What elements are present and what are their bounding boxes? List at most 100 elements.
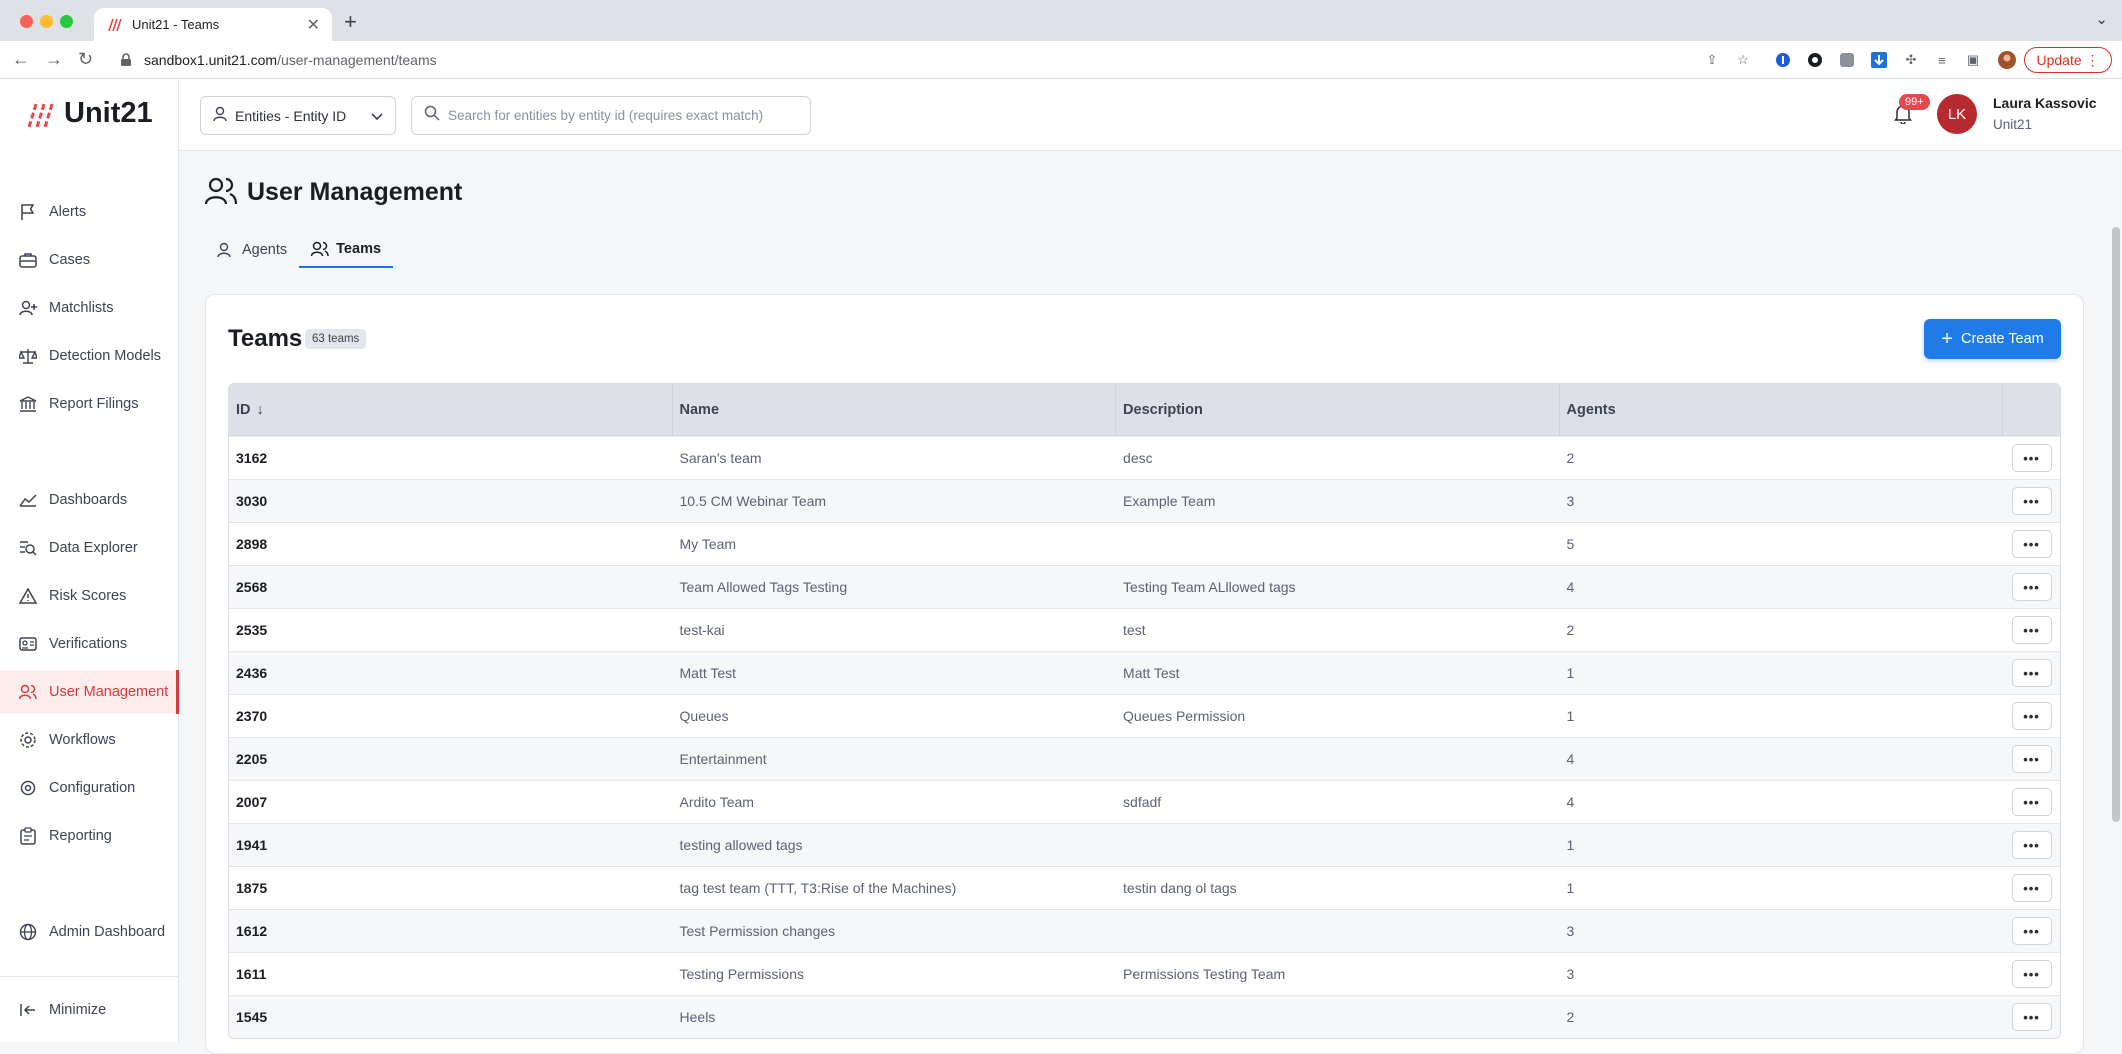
page-scrollbar[interactable] — [2112, 227, 2120, 822]
table-row[interactable]: 1612 Test Permission changes 3 ••• — [229, 909, 2060, 952]
sidebar-item-configuration[interactable]: Configuration — [0, 766, 179, 810]
sidebar-minimize-button[interactable]: Minimize — [0, 988, 179, 1032]
row-more-actions-button[interactable]: ••• — [2011, 917, 2052, 945]
table-row[interactable]: 2205 Entertainment 4 ••• — [229, 737, 2060, 780]
table-row[interactable]: 2568 Team Allowed Tags Testing Testing Tea… — [229, 565, 2060, 608]
row-more-actions-button[interactable]: ••• — [2011, 573, 2052, 601]
table-row[interactable]: 3030 10.5 CM Webinar Team Example Team 3 ••• — [229, 479, 2060, 522]
unit21-logo[interactable]: Unit21 — [26, 97, 153, 130]
row-more-actions-button[interactable]: ••• — [2011, 444, 2052, 472]
tab-close-icon[interactable]: ✕ — [307, 15, 320, 35]
users-icon — [18, 682, 38, 702]
sidebar-item-risk-scores[interactable]: Risk Scores — [0, 574, 179, 618]
table-row[interactable]: 1941 testing allowed tags 1 ••• — [229, 823, 2060, 866]
table-body: 3162 Saran's team desc 2 ••• 3030 10.5 CM Webi… — [229, 436, 2060, 1038]
extension-circle-icon[interactable] — [1806, 51, 1824, 69]
row-more-actions-button[interactable]: ••• — [2011, 530, 2052, 558]
sidebar-item-reporting[interactable]: Reporting — [0, 814, 179, 858]
teams-table: ID ↓ Name Description Agents 3162 Saran's… — [228, 383, 2061, 1039]
download-icon[interactable] — [1870, 51, 1888, 69]
sidebar-item-label: Risk Scores — [49, 588, 127, 604]
table-row[interactable]: 2898 My Team 5 ••• — [229, 522, 2060, 565]
flag-icon — [18, 202, 38, 222]
row-more-actions-button[interactable]: ••• — [2011, 745, 2052, 773]
sidebar-item-label: Admin Dashboard — [49, 924, 166, 940]
browser-update-button[interactable]: Update ⋮ — [2024, 47, 2112, 73]
cell-name: Queues — [679, 708, 729, 724]
bookmark-star-icon[interactable]: ☆ — [1734, 51, 1752, 69]
row-more-actions-button[interactable]: ••• — [2011, 960, 2052, 988]
sidebar-item-detection-models[interactable]: Detection Models — [0, 334, 179, 378]
row-more-actions-button[interactable]: ••• — [2011, 831, 2052, 859]
topbar: Entities - Entity ID 99+ LK Laura Kassov… — [179, 79, 2122, 151]
reading-list-icon[interactable]: ≡ — [1933, 51, 1951, 69]
tab-teams[interactable]: Teams — [299, 231, 394, 268]
entity-search-input[interactable] — [448, 108, 798, 123]
create-team-button[interactable]: + Create Team — [1924, 319, 2061, 359]
user-name[interactable]: Laura Kassovic — [1993, 95, 2097, 111]
address-bar[interactable]: sandbox1.unit21.com/user-management/team… — [112, 46, 1752, 74]
table-row[interactable]: 2535 test-kai test 2 ••• — [229, 608, 2060, 651]
row-more-actions-button[interactable]: ••• — [2011, 487, 2052, 515]
table-row[interactable]: 1545 Heels 2 ••• — [229, 995, 2060, 1038]
sidebar-item-dashboards[interactable]: Dashboards — [0, 478, 179, 522]
cell-agents: 3 — [1566, 923, 1575, 939]
reload-icon[interactable]: ↻ — [78, 49, 93, 70]
app: Unit21 Alerts Cases Matchlists Detection… — [0, 79, 2122, 1054]
row-more-actions-button[interactable]: ••• — [2011, 874, 2052, 902]
table-row[interactable]: 2436 Matt Test Matt Test 1 ••• — [229, 651, 2060, 694]
window-maximize-button[interactable] — [60, 15, 73, 28]
sidebar-item-label: Configuration — [49, 780, 136, 796]
extension-ghost-icon[interactable] — [1838, 51, 1856, 69]
column-header-id[interactable]: ID ↓ — [229, 384, 673, 436]
forward-arrow-icon[interactable]: → — [45, 49, 63, 70]
sidebar-item-user-management[interactable]: User Management — [0, 670, 179, 714]
sort-descending-icon[interactable]: ↓ — [257, 402, 264, 418]
new-tab-button[interactable]: + — [344, 9, 357, 35]
profile-avatar-icon[interactable] — [1998, 51, 2016, 69]
row-more-actions-button[interactable]: ••• — [2011, 616, 2052, 644]
table-row[interactable]: 1611 Testing Permissions Permissions Testi… — [229, 952, 2060, 995]
sidebar-item-alerts[interactable]: Alerts — [0, 190, 179, 234]
entity-search[interactable] — [411, 96, 811, 135]
user-icon — [213, 106, 227, 125]
browser-tab[interactable]: Unit21 - Teams ✕ — [94, 8, 332, 41]
tab-agents[interactable]: Agents — [205, 231, 299, 268]
cell-actions: ••• — [2003, 824, 2060, 866]
column-header-description: Description — [1116, 384, 1560, 436]
sidebar-item-admin-dashboard[interactable]: Admin Dashboard — [0, 910, 179, 954]
row-more-actions-button[interactable]: ••• — [2011, 702, 2052, 730]
sidebar-item-label: Dashboards — [49, 492, 128, 508]
password-manager-icon[interactable] — [1774, 51, 1792, 69]
user-avatar[interactable]: LK — [1937, 94, 1977, 134]
row-more-actions-button[interactable]: ••• — [2011, 659, 2052, 687]
sidebar-item-label: Alerts — [49, 204, 87, 220]
back-arrow-icon[interactable]: ← — [12, 49, 30, 70]
sidebar-item-matchlists[interactable]: Matchlists — [0, 286, 179, 330]
cell-actions: ••• — [2003, 953, 2060, 995]
sidebar-item-cases[interactable]: Cases — [0, 238, 179, 282]
table-row[interactable]: 1875 tag test team (TTT, T3:Rise of the M… — [229, 866, 2060, 909]
cell-name: My Team — [679, 536, 737, 552]
site-settings-icon[interactable] — [120, 53, 132, 67]
table-row[interactable]: 2370 Queues Queues Permission 1 ••• — [229, 694, 2060, 737]
entity-type-select[interactable]: Entities - Entity ID — [200, 96, 396, 135]
row-more-actions-button[interactable]: ••• — [2011, 1003, 2052, 1031]
window-minimize-button[interactable] — [40, 15, 53, 28]
cell-agents: 2 — [1566, 450, 1575, 466]
table-row[interactable]: 3162 Saran's team desc 2 ••• — [229, 436, 2060, 479]
cell-description: Testing Team ALllowed tags — [1123, 579, 1296, 595]
row-more-actions-button[interactable]: ••• — [2011, 788, 2052, 816]
cell-name: Testing Permissions — [679, 966, 805, 982]
teams-title: Teams — [228, 325, 303, 352]
extensions-puzzle-icon[interactable]: ✣ — [1902, 51, 1920, 69]
sidebar-item-data-explorer[interactable]: Data Explorer — [0, 526, 179, 570]
share-icon[interactable]: ⇪ — [1703, 51, 1721, 69]
table-row[interactable]: 2007 Ardito Team sdfadf 4 ••• — [229, 780, 2060, 823]
window-close-button[interactable] — [20, 15, 33, 28]
tab-list-chevron-icon[interactable]: ⌄ — [2095, 10, 2108, 28]
sidebar-item-report-filings[interactable]: Report Filings — [0, 382, 179, 426]
sidebar-item-verifications[interactable]: Verifications — [0, 622, 179, 666]
side-panel-icon[interactable]: ▣ — [1964, 51, 1982, 69]
sidebar-item-workflows[interactable]: Workflows — [0, 718, 179, 762]
